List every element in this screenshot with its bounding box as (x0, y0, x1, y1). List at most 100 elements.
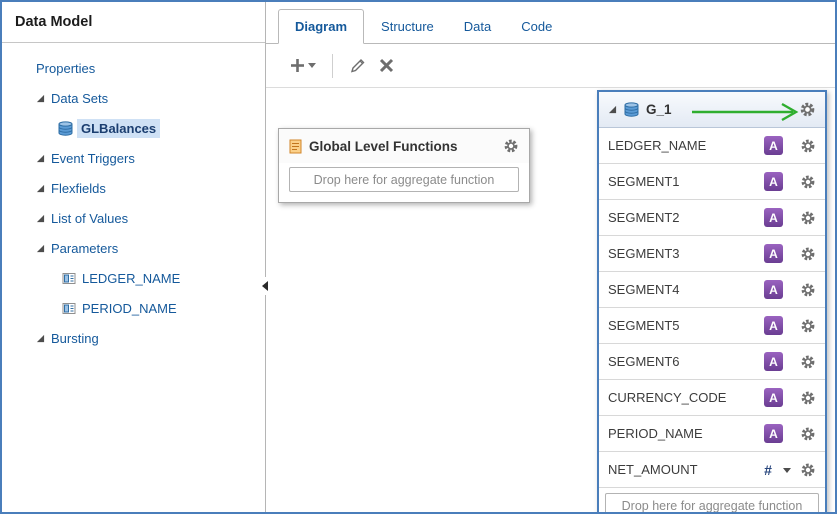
collapse-triangle-icon[interactable] (608, 105, 617, 114)
text-type-icon: A (764, 136, 783, 155)
gear-icon[interactable] (503, 138, 519, 154)
expand-triangle-icon[interactable] (36, 94, 45, 103)
parameter-icon (62, 272, 76, 285)
splitter-collapse-handle[interactable] (260, 277, 270, 295)
expand-triangle-icon[interactable] (36, 334, 45, 343)
global-level-functions-header: Global Level Functions (279, 129, 529, 163)
sidebar-item-properties[interactable]: Properties (2, 53, 265, 83)
edit-dataset-button[interactable] (349, 57, 366, 74)
tab-bar: Diagram Structure Data Code (266, 2, 835, 44)
data-model-editor-window: Data Model Properties Data Sets GLBalanc… (0, 0, 837, 514)
sidebar-item-label: Data Sets (51, 91, 108, 106)
field-row-segment4[interactable]: SEGMENT4 A (599, 272, 825, 308)
sidebar-item-label: LEDGER_NAME (82, 271, 180, 286)
add-dataset-button[interactable] (290, 58, 316, 73)
gear-icon[interactable] (800, 426, 816, 442)
sidebar-item-period-name[interactable]: PERIOD_NAME (2, 293, 265, 323)
g1-header: G_1 (599, 92, 825, 128)
tab-code[interactable]: Code (508, 10, 565, 43)
sidebar-item-label: Flexfields (51, 181, 106, 196)
field-name: PERIOD_NAME (608, 426, 764, 441)
sidebar-item-ledger-name[interactable]: LEDGER_NAME (2, 263, 265, 293)
sidebar-item-label: Bursting (51, 331, 99, 346)
gear-icon[interactable] (800, 138, 816, 154)
sidebar-item-label: Properties (36, 61, 95, 76)
sidebar-item-label: Parameters (51, 241, 118, 256)
expand-triangle-icon[interactable] (36, 184, 45, 193)
text-type-icon: A (764, 316, 783, 335)
sidebar-item-label: PERIOD_NAME (82, 301, 177, 316)
field-name: CURRENCY_CODE (608, 390, 764, 405)
plus-icon (290, 58, 305, 73)
sidebar-item-label: List of Values (51, 211, 128, 226)
gear-icon[interactable] (800, 462, 816, 478)
text-type-icon: A (764, 280, 783, 299)
parameter-icon (62, 302, 76, 315)
number-type-icon: # (758, 460, 777, 479)
global-level-functions-title: Global Level Functions (309, 139, 496, 154)
field-row-currency-code[interactable]: CURRENCY_CODE A (599, 380, 825, 416)
g1-title: G_1 (646, 102, 792, 117)
field-row-period-name[interactable]: PERIOD_NAME A (599, 416, 825, 452)
expand-triangle-icon[interactable] (36, 244, 45, 253)
text-type-icon: A (764, 244, 783, 263)
field-name: SEGMENT6 (608, 354, 764, 369)
global-level-functions-box: Global Level Functions Drop here for agg… (278, 128, 530, 203)
gear-icon[interactable] (800, 282, 816, 298)
chevron-down-icon (308, 63, 316, 68)
field-name: SEGMENT4 (608, 282, 764, 297)
sidebar-item-label: Event Triggers (51, 151, 135, 166)
text-type-icon: A (764, 352, 783, 371)
page-title: Data Model (2, 2, 265, 43)
text-type-icon: A (764, 424, 783, 443)
expand-triangle-icon[interactable] (36, 154, 45, 163)
gear-icon[interactable] (800, 318, 816, 334)
field-row-segment2[interactable]: SEGMENT2 A (599, 200, 825, 236)
field-row-segment6[interactable]: SEGMENT6 A (599, 344, 825, 380)
sidebar-item-parameters[interactable]: Parameters (2, 233, 265, 263)
sidebar-item-bursting[interactable]: Bursting (2, 323, 265, 353)
tab-structure[interactable]: Structure (368, 10, 447, 43)
g1-dataset-panel: G_1 LEDGER_NAME A SEGMENT1 A SEGMENT2 A (597, 90, 827, 512)
dataset-cylinder-icon (624, 102, 639, 117)
sidebar-item-glbalances[interactable]: GLBalances (2, 113, 265, 143)
gear-icon[interactable] (800, 390, 816, 406)
expand-triangle-icon[interactable] (36, 214, 45, 223)
gear-icon[interactable] (800, 354, 816, 370)
field-name: SEGMENT2 (608, 210, 764, 225)
field-row-segment1[interactable]: SEGMENT1 A (599, 164, 825, 200)
gear-icon[interactable] (799, 101, 816, 118)
diagram-canvas: Global Level Functions Drop here for agg… (266, 88, 835, 512)
field-row-segment3[interactable]: SEGMENT3 A (599, 236, 825, 272)
field-name: SEGMENT5 (608, 318, 764, 333)
field-name: SEGMENT1 (608, 174, 764, 189)
data-model-tree: Properties Data Sets GLBalances Event Tr… (2, 43, 265, 353)
sidebar-item-data-sets[interactable]: Data Sets (2, 83, 265, 113)
delete-dataset-button[interactable] (379, 58, 394, 73)
field-name: SEGMENT3 (608, 246, 764, 261)
pencil-icon (349, 57, 366, 74)
sidebar: Data Model Properties Data Sets GLBalanc… (2, 2, 266, 512)
field-row-segment5[interactable]: SEGMENT5 A (599, 308, 825, 344)
text-type-icon: A (764, 208, 783, 227)
sidebar-item-list-of-values[interactable]: List of Values (2, 203, 265, 233)
field-row-ledger-name[interactable]: LEDGER_NAME A (599, 128, 825, 164)
gear-icon[interactable] (800, 210, 816, 226)
gear-icon[interactable] (800, 174, 816, 190)
sidebar-item-label: GLBalances (77, 119, 160, 138)
global-aggregate-drop-zone[interactable]: Drop here for aggregate function (289, 167, 519, 192)
toolbar-divider (332, 54, 333, 78)
field-name: NET_AMOUNT (608, 462, 758, 477)
sidebar-item-event-triggers[interactable]: Event Triggers (2, 143, 265, 173)
tab-diagram[interactable]: Diagram (278, 9, 364, 44)
diagram-toolbar (266, 44, 835, 88)
field-name: LEDGER_NAME (608, 138, 764, 153)
tab-data[interactable]: Data (451, 10, 504, 43)
main-panel: Diagram Structure Data Code Gl (266, 2, 835, 512)
field-row-net-amount[interactable]: NET_AMOUNT # (599, 452, 825, 488)
g1-aggregate-drop-zone[interactable]: Drop here for aggregate function (605, 493, 819, 512)
delete-x-icon (379, 58, 394, 73)
gear-icon[interactable] (800, 246, 816, 262)
aggregate-dropdown-icon[interactable] (783, 468, 791, 473)
sidebar-item-flexfields[interactable]: Flexfields (2, 173, 265, 203)
